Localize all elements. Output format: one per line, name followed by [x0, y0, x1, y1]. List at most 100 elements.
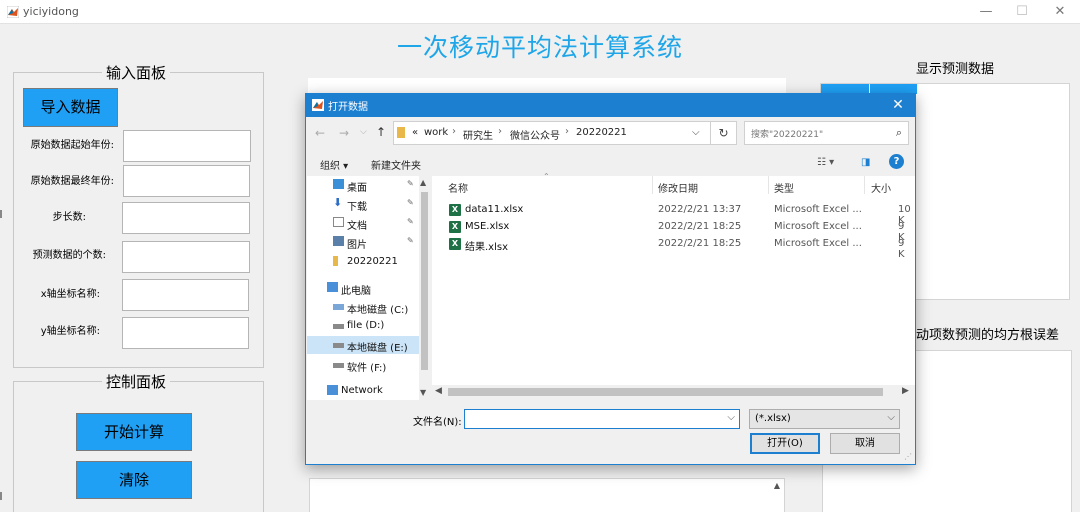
maximize-button[interactable]: ☐ [1004, 0, 1040, 24]
y-axis-name-input[interactable] [122, 317, 249, 349]
start-calculation-button[interactable]: 开始计算 [76, 413, 192, 451]
chevron-down-icon[interactable]: ⌵ [692, 127, 700, 138]
breadcrumb-work[interactable]: work [424, 127, 448, 138]
excel-file-icon: X [449, 238, 461, 250]
x-axis-name-label: x轴坐标名称: [40, 289, 100, 300]
breadcrumb-separator-icon: › [452, 126, 456, 137]
forward-arrow-icon[interactable]: → [339, 126, 349, 140]
clear-button[interactable]: 清除 [76, 461, 192, 499]
column-header-size[interactable]: 大小 [871, 180, 891, 195]
nav-item-folder-20220221[interactable]: 20220221 [307, 253, 419, 271]
up-arrow-icon[interactable]: ↑ [376, 125, 386, 139]
scroll-left-icon[interactable]: ◀ [435, 386, 442, 396]
view-options-icon[interactable]: ☷ ▾ [817, 157, 834, 168]
chevron-down-icon[interactable]: ⌵ [887, 412, 895, 423]
breadcrumb-separator-icon: › [565, 126, 569, 137]
nav-pane-scrollbar[interactable]: ▲ ▼ [419, 176, 430, 400]
x-axis-name-input[interactable] [122, 279, 249, 311]
drive-icon [333, 304, 344, 310]
nav-item-drive-c[interactable]: 本地磁盘 (C:) [307, 298, 419, 316]
matlab-app-icon [7, 6, 19, 18]
nav-item-desktop[interactable]: 桌面 ✎ [307, 176, 419, 194]
nav-item-documents[interactable]: 文档 ✎ [307, 214, 419, 232]
back-arrow-icon[interactable]: ← [315, 126, 325, 140]
folder-icon [333, 256, 338, 266]
nav-item-network[interactable]: Network [307, 382, 419, 400]
window-title: yiciyidong [23, 5, 79, 18]
search-icon[interactable]: ⌕ [896, 126, 902, 140]
control-panel-title: 控制面板 [102, 371, 171, 392]
file-row[interactable]: X MSE.xlsx 2022/2/21 18:25 Microsoft Exc… [446, 219, 914, 243]
address-bar[interactable]: « work › 研究生 › 微信公众号 › 20220221 ⌵ [393, 121, 737, 145]
breadcrumb-current[interactable]: 20220221 [576, 127, 627, 138]
chevron-down-icon[interactable]: ⌵ [727, 412, 735, 423]
matlab-app-icon [312, 99, 324, 111]
column-divider[interactable] [652, 176, 653, 194]
nav-item-downloads[interactable]: ⬇ 下载 ✎ [307, 195, 419, 213]
file-name: MSE.xlsx [465, 221, 510, 232]
scrollbar-thumb[interactable] [421, 192, 428, 370]
filename-input[interactable]: ⌵ [464, 409, 740, 429]
end-year-input[interactable] [123, 165, 250, 197]
scroll-right-icon[interactable]: ▶ [902, 386, 909, 396]
file-type-select[interactable]: (*.xlsx) ⌵ [749, 409, 900, 429]
open-button[interactable]: 打开(O) [750, 433, 820, 454]
resize-grip-icon[interactable]: ⋰ [904, 452, 912, 461]
help-icon[interactable]: ? [889, 154, 904, 169]
import-data-button[interactable]: 导入数据 [23, 88, 118, 127]
nav-item-this-pc[interactable]: 此电脑 [307, 279, 419, 297]
scrollbar-thumb[interactable] [448, 388, 883, 396]
preview-pane-icon[interactable]: ◨ [861, 157, 870, 168]
organize-menu[interactable]: 组织 ▾ [320, 157, 348, 172]
file-type: Microsoft Excel ... [774, 238, 862, 249]
nav-item-drive-f[interactable]: 软件 (F:) [307, 356, 419, 374]
file-list-hscrollbar[interactable]: ◀ ▶ [432, 385, 915, 400]
scroll-up-icon[interactable]: ▲ [774, 481, 780, 490]
forecast-count-label: 预测数据的个数: [32, 250, 106, 261]
close-button[interactable]: ✕ [1042, 0, 1078, 24]
forecast-count-input[interactable] [122, 241, 250, 273]
scroll-up-icon[interactable]: ▲ [420, 178, 426, 187]
download-icon: ⬇ [333, 196, 343, 209]
drive-icon [333, 363, 344, 368]
dialog-close-button[interactable]: ✕ [885, 94, 911, 117]
step-input[interactable] [122, 202, 250, 234]
nav-item-pictures[interactable]: 图片 ✎ [307, 233, 419, 251]
column-divider[interactable] [864, 176, 865, 194]
nav-item-drive-e[interactable]: 本地磁盘 (E:) [307, 336, 419, 354]
search-placeholder: 搜索"20220221" [751, 130, 824, 140]
minimize-button[interactable]: — [968, 0, 1004, 24]
drive-icon [333, 324, 344, 329]
breadcrumb-graduate[interactable]: 研究生 [463, 127, 493, 142]
column-header-type[interactable]: 类型 [774, 180, 794, 195]
file-name: 结果.xlsx [465, 242, 509, 253]
start-year-input[interactable] [123, 130, 251, 162]
new-folder-button[interactable]: 新建文件夹 [371, 157, 421, 172]
file-name: data11.xlsx [465, 204, 524, 215]
file-date: 2022/2/21 18:25 [658, 221, 742, 232]
column-header-name[interactable]: 名称 [448, 180, 468, 195]
file-row[interactable]: X data11.xlsx 2022/2/21 13:37 Microsoft … [446, 202, 914, 226]
breadcrumb-overflow[interactable]: « [412, 127, 418, 138]
dialog-title: 打开数据 [328, 102, 368, 113]
nav-item-drive-d[interactable]: file (D:) [307, 317, 419, 335]
results-textbox[interactable]: ▲ [309, 478, 785, 512]
column-divider[interactable] [768, 176, 769, 194]
excel-file-icon: X [449, 204, 461, 216]
input-panel-title: 输入面板 [102, 62, 171, 83]
file-date: 2022/2/21 13:37 [658, 204, 742, 215]
scroll-down-icon[interactable]: ▼ [420, 388, 426, 397]
column-header-date[interactable]: 修改日期 [658, 180, 698, 195]
recent-dropdown-icon[interactable]: ⌵ [360, 127, 367, 137]
file-row[interactable]: X 结果.xlsx 2022/2/21 18:25 Microsoft Exce… [446, 236, 914, 260]
file-type-value: (*.xlsx) [755, 413, 791, 424]
window-titlebar: yiciyidong — ☐ ✕ [0, 0, 1080, 24]
drive-icon [333, 343, 344, 348]
excel-file-icon: X [449, 221, 461, 233]
folder-icon [397, 127, 405, 138]
refresh-icon[interactable]: ↻ [710, 121, 737, 145]
rmse-label: 动项数预测的均方根误差 [916, 328, 1060, 343]
cancel-button[interactable]: 取消 [830, 433, 900, 454]
search-input[interactable]: 搜索"20220221" ⌕ [744, 121, 909, 145]
breadcrumb-wechat[interactable]: 微信公众号 [510, 127, 560, 142]
